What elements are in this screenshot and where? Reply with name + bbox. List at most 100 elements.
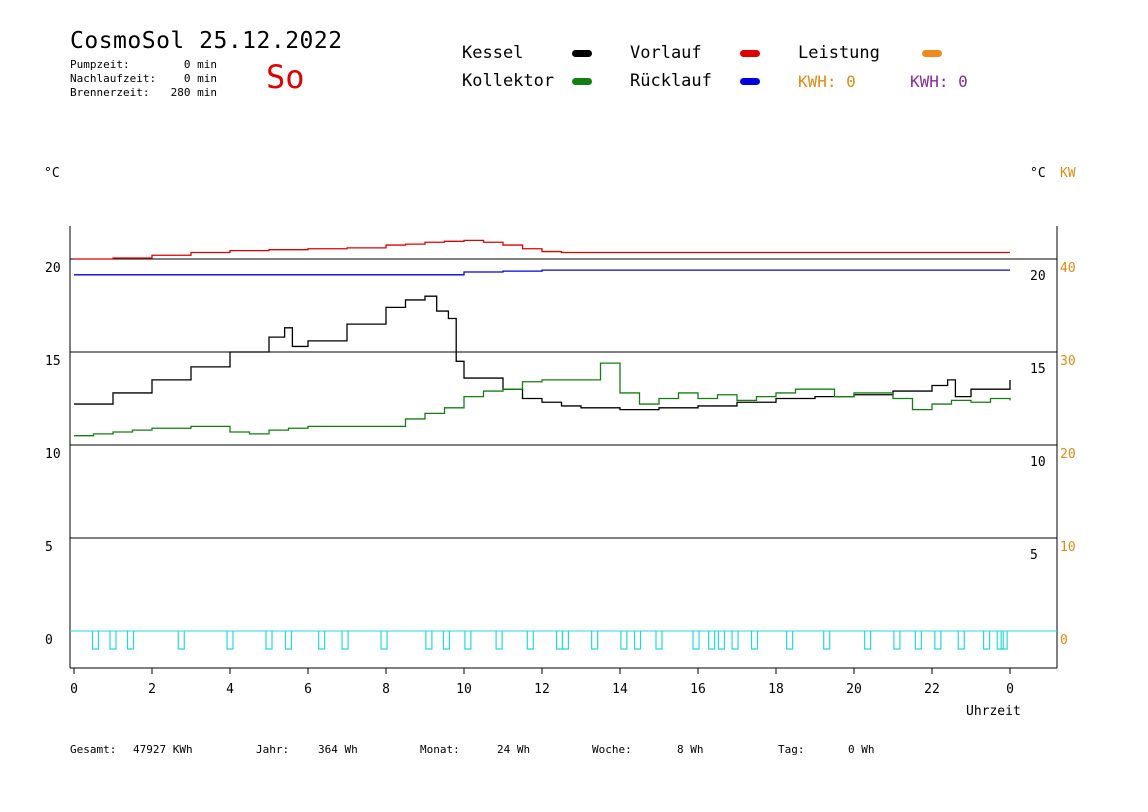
y-tick-label-right-kw: 0: [1060, 633, 1068, 648]
gesamt-label: Gesamt:: [70, 743, 117, 756]
x-tick-label: 16: [690, 682, 706, 697]
pumpzeit-label: Pumpzeit:: [70, 58, 130, 71]
y-tick-label-right-kw: 40: [1060, 261, 1076, 276]
pump-pulse: [265, 631, 273, 650]
kwh-purple-value: KWH: 0: [910, 72, 968, 91]
pump-pulse: [126, 631, 135, 650]
pump-pulse: [996, 631, 1004, 650]
pump-pulse: [823, 631, 831, 650]
pump-pulse: [526, 631, 534, 650]
nachlaufzeit-label: Nachlaufzeit:: [70, 72, 157, 85]
pump-pulse: [893, 631, 901, 650]
pump-pulse: [561, 631, 569, 650]
y-tick-label-left: 20: [45, 261, 61, 276]
page-title: CosmoSol 25.12.2022: [70, 28, 343, 54]
x-tick-label: 6: [304, 682, 312, 697]
series-line-vorlauf: [74, 239, 1010, 260]
kwh-orange-value: KWH: 0: [798, 72, 856, 91]
pump-pulse: [91, 631, 100, 650]
series-line-ruecklauf: [74, 269, 1010, 276]
pump-pulse: [957, 631, 965, 650]
nachlaufzeit-value: 0 min: [183, 72, 217, 85]
x-tick-label: 22: [924, 682, 940, 697]
pump-pulse: [318, 631, 326, 650]
pump-pulse: [731, 631, 739, 650]
brennerzeit-value: 280 min: [170, 86, 217, 99]
pump-pulse: [495, 631, 503, 650]
pump-pulse: [1000, 631, 1008, 650]
x-tick-label: 20: [846, 682, 862, 697]
pump-pulse: [914, 631, 922, 650]
pump-pulse: [177, 631, 185, 650]
jahr-label: Jahr:: [256, 743, 290, 756]
legend-vorlauf-label: Vorlauf: [630, 43, 702, 63]
legend-leistung-label: Leistung: [798, 43, 880, 63]
pump-pulse: [226, 631, 234, 650]
gesamt-value: 47927 KWh: [133, 743, 193, 756]
legend-leistung-swatch: [922, 50, 942, 57]
jahr-value: 364 Wh: [318, 743, 358, 756]
pump-pulse: [380, 631, 388, 650]
x-tick-label: 10: [456, 682, 472, 697]
y-tick-label-right-kw: 30: [1060, 354, 1076, 369]
pump-pulse: [425, 631, 433, 650]
pump-pulse: [620, 631, 628, 650]
y-tick-label-right-celsius: 15: [1030, 362, 1046, 377]
x-tick-label: 0: [70, 682, 78, 697]
legend-ruecklauf-label: Rücklauf: [630, 71, 712, 91]
y-tick-label-right-celsius: 20: [1030, 269, 1046, 284]
y-tick-label-right-kw: 10: [1060, 540, 1076, 555]
woche-label: Woche:: [592, 743, 632, 756]
x-tick-label: 8: [382, 682, 390, 697]
x-tick-label: 14: [612, 682, 628, 697]
right-unit-celsius: °C: [1030, 166, 1046, 181]
y-tick-label-right-celsius: 10: [1030, 455, 1046, 470]
monat-label: Monat:: [420, 743, 460, 756]
legend-kessel-swatch: [572, 50, 592, 57]
x-tick-label: 18: [768, 682, 784, 697]
pump-pulse: [786, 631, 794, 650]
woche-value: 8 Wh: [677, 743, 704, 756]
y-tick-label-right-celsius: 5: [1030, 548, 1038, 563]
pump-pulse: [692, 631, 700, 650]
legend-kollektor-swatch: [572, 78, 592, 85]
pump-pulse: [284, 631, 293, 650]
legend-kessel-label: Kessel: [462, 43, 524, 63]
tag-value: 0 Wh: [848, 743, 875, 756]
pump-pulse: [750, 631, 759, 650]
legend-vorlauf-swatch: [740, 50, 760, 57]
x-tick-label: 0: [1006, 682, 1014, 697]
pump-pulse: [442, 631, 451, 650]
pump-pulse: [934, 631, 942, 650]
pump-pulse: [708, 631, 716, 650]
monat-value: 24 Wh: [497, 743, 531, 756]
chart-canvas: 0 5 10 15 20 10 15 20 5 0 10 20 30 40 0 2 4 6 8 10 12 14 16 18 2…: [45, 226, 1076, 719]
legend-ruecklauf-swatch: [740, 78, 760, 85]
pump-pulse: [655, 631, 663, 650]
pump-pulse: [464, 631, 472, 650]
y-tick-label-left: 5: [45, 540, 53, 555]
pump-pulse: [633, 631, 642, 650]
right-unit-kw: KW: [1060, 166, 1076, 181]
brennerzeit-label: Brennerzeit:: [70, 86, 150, 99]
y-tick-label-left: 10: [45, 447, 61, 462]
x-tick-label: 12: [534, 682, 550, 697]
x-axis-label: Uhrzeit: [966, 704, 1021, 719]
y-tick-label-left: 15: [45, 354, 61, 369]
y-tick-label-right-kw: 20: [1060, 447, 1076, 462]
pumpzeit-value: 0 min: [183, 58, 217, 71]
pump-pulse: [341, 631, 349, 650]
pump-pulse: [864, 631, 872, 650]
pump-pulse: [717, 631, 725, 650]
pump-pulse: [109, 631, 117, 650]
legend-kollektor-label: Kollektor: [462, 71, 555, 91]
pump-pulse: [591, 631, 599, 650]
pump-pulse: [555, 631, 564, 650]
tag-label: Tag:: [778, 743, 805, 756]
x-tick-label: 2: [148, 682, 156, 697]
left-unit-label: °C: [44, 166, 60, 181]
weekday-label: So: [266, 58, 305, 96]
x-tick-label: 4: [226, 682, 234, 697]
y-tick-label-left: 0: [45, 633, 53, 648]
pump-pulse: [983, 631, 991, 650]
